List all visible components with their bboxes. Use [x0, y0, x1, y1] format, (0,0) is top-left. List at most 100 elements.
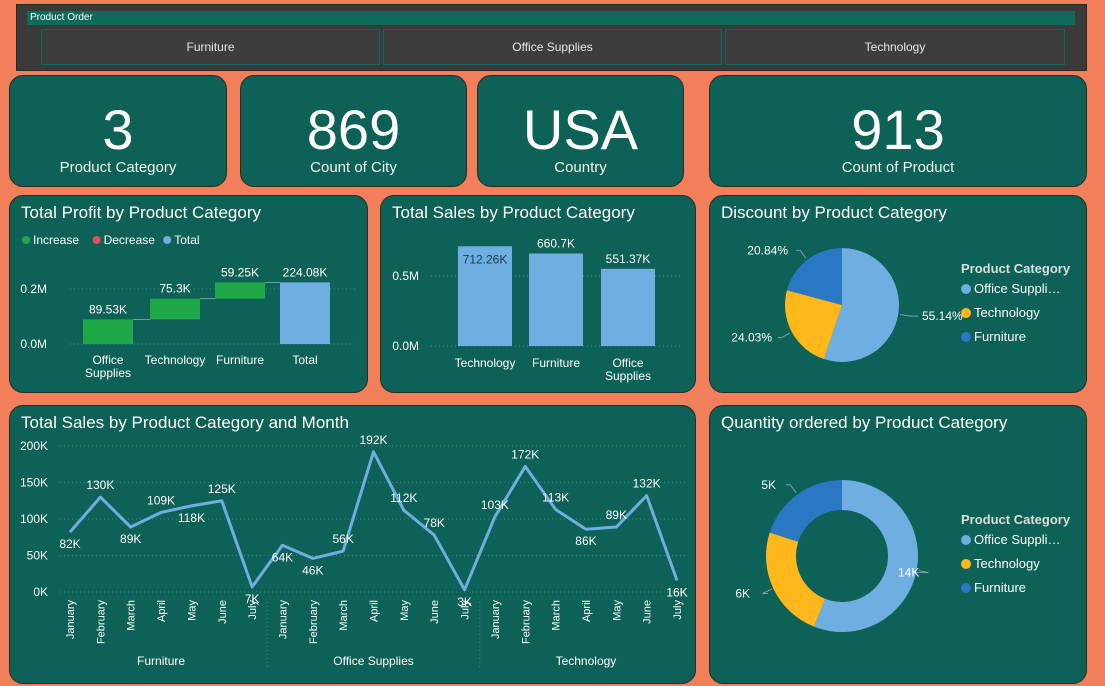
data-label: 24.03% — [731, 331, 772, 345]
legend-marker — [961, 559, 971, 569]
x-tick-label: March — [338, 600, 350, 631]
data-label: 118K — [178, 511, 205, 525]
legend-label: Furniture — [974, 329, 1026, 344]
data-label: 5K — [761, 478, 776, 492]
x-tick-label: July — [460, 600, 472, 620]
legend-label: Furniture — [974, 580, 1026, 595]
kpi-card-count-of-city: 869 Count of City — [240, 75, 467, 187]
data-label: 89K — [120, 532, 141, 546]
x-tick-label: April — [581, 600, 593, 622]
x-tick-label: June — [217, 600, 229, 624]
x-tick-label: Furniture — [532, 356, 580, 370]
legend-label: Technology — [974, 305, 1040, 320]
data-label: 113K — [542, 491, 569, 505]
x-tick-label: January — [277, 600, 289, 640]
y-tick-label: 0K — [33, 585, 48, 599]
data-label: 103K — [481, 498, 509, 512]
data-label: 78K — [424, 516, 445, 530]
y-tick-label: 0.0M — [392, 339, 419, 353]
discount-pie-chart: 55.14% 24.03% 20.84% Product Category Office… — [731, 243, 1071, 362]
waterfall-bar — [150, 298, 200, 320]
kpi-label: Product Category — [59, 159, 177, 176]
x-tick-label: May — [611, 600, 623, 621]
sales-chart-card: Total Sales by Product Category 0.0M 0.5M… — [380, 195, 696, 393]
quantity-chart-card: Quantity ordered by Product Category 14K… — [709, 405, 1087, 684]
y-tick-label: 0.0M — [20, 337, 47, 351]
x-tick-label: June — [642, 600, 654, 624]
kpi-label: Count of City — [310, 159, 397, 176]
leader-line — [796, 249, 807, 259]
data-label: 660.7K — [537, 237, 575, 251]
monthly-sales-line-chart: 0K 50K 100K 150K 200K 82K 130K 89K 109K118K 125K 7… — [20, 433, 688, 668]
data-label: 64K — [272, 550, 293, 564]
x-tick-label: April — [369, 600, 381, 622]
legend-label: Technology — [974, 556, 1040, 571]
data-label: 75.3K — [159, 282, 190, 296]
sales-bar-chart: 0.0M 0.5M 712.26K Technology 660.7K Furniture… — [392, 237, 681, 383]
data-label: 125K — [208, 482, 236, 496]
data-label: 132K — [633, 477, 661, 491]
data-label: 112K — [390, 491, 417, 505]
waterfall-bar — [215, 282, 265, 299]
kpi-card-count-of-product: 913 Count of Product — [709, 75, 1087, 187]
legend-label: Total — [174, 233, 199, 247]
kpi-card-country: USA Country — [477, 75, 684, 187]
legend-title: Product Category — [961, 512, 1071, 527]
legend-marker — [961, 308, 971, 318]
pie-slice — [766, 532, 826, 627]
slicer-option-office-supplies[interactable]: Office Supplies — [383, 29, 722, 65]
data-label: 46K — [302, 563, 323, 577]
x-tick-label: February — [520, 600, 532, 645]
y-tick-label: 200K — [20, 439, 48, 453]
y-tick-label: 50K — [27, 549, 48, 563]
legend-marker — [961, 332, 971, 342]
kpi-value: 913 — [851, 98, 945, 161]
leader-line — [778, 332, 791, 339]
x-tick-label: Total — [292, 353, 317, 367]
legend-marker — [92, 236, 101, 244]
x-tick-label: January — [490, 600, 502, 640]
quantity-donut-chart: 14K 6K 5K Product Category Office Suppli… Tec… — [735, 478, 1071, 632]
monthly-sales-chart-card: Total Sales by Product Category and Mont… — [9, 405, 696, 684]
leader-line — [762, 588, 772, 594]
y-tick-label: 0.5M — [392, 269, 419, 283]
legend-label: Increase — [33, 233, 79, 247]
data-label: 130K — [86, 478, 114, 492]
sales-bar — [601, 268, 655, 346]
y-tick-label: 150K — [20, 476, 48, 490]
profit-chart-card: Total Profit by Product Category Increas… — [9, 195, 368, 393]
leader-line — [786, 484, 797, 494]
data-label: 551.37K — [606, 252, 651, 266]
x-tick-label: April — [156, 600, 168, 622]
x-tick-label: June — [429, 600, 441, 624]
slicer-title: Product Order — [27, 11, 1075, 25]
waterfall-bar — [280, 282, 330, 344]
x-tick-label: July — [247, 600, 259, 620]
x-group-label: Furniture — [137, 654, 185, 668]
slicer-option-furniture[interactable]: Furniture — [41, 29, 380, 65]
data-label: 82K — [59, 537, 80, 551]
x-tick-label: July — [672, 600, 684, 620]
data-label: 712.26K — [463, 252, 508, 266]
x-tick-label: Office Supplies — [605, 356, 651, 383]
profit-waterfall-chart: Increase Decrease Total 0.0M 0.2M 89.53K Offic… — [20, 233, 355, 380]
x-tick-label: May — [399, 600, 411, 621]
data-label: 89K — [606, 508, 627, 522]
x-tick-label: February — [95, 600, 107, 645]
data-label: 172K — [511, 447, 539, 461]
x-tick-label: Office Supplies — [85, 353, 131, 380]
legend-label: Decrease — [104, 233, 156, 247]
data-label: 192K — [359, 433, 387, 447]
data-label: 16K — [666, 585, 687, 599]
sales-bar — [529, 253, 583, 346]
product-order-slicer: Product Order Furniture Office Supplies … — [16, 4, 1087, 71]
legend-title: Product Category — [961, 261, 1071, 276]
kpi-label: Country — [554, 159, 607, 176]
data-label: 56K — [332, 532, 353, 546]
data-label: 86K — [575, 534, 596, 548]
data-label: 55.14% — [922, 309, 963, 323]
x-tick-label: January — [65, 600, 77, 640]
data-label: 14K — [898, 565, 919, 579]
sales-line — [68, 450, 679, 592]
slicer-option-technology[interactable]: Technology — [725, 29, 1065, 65]
